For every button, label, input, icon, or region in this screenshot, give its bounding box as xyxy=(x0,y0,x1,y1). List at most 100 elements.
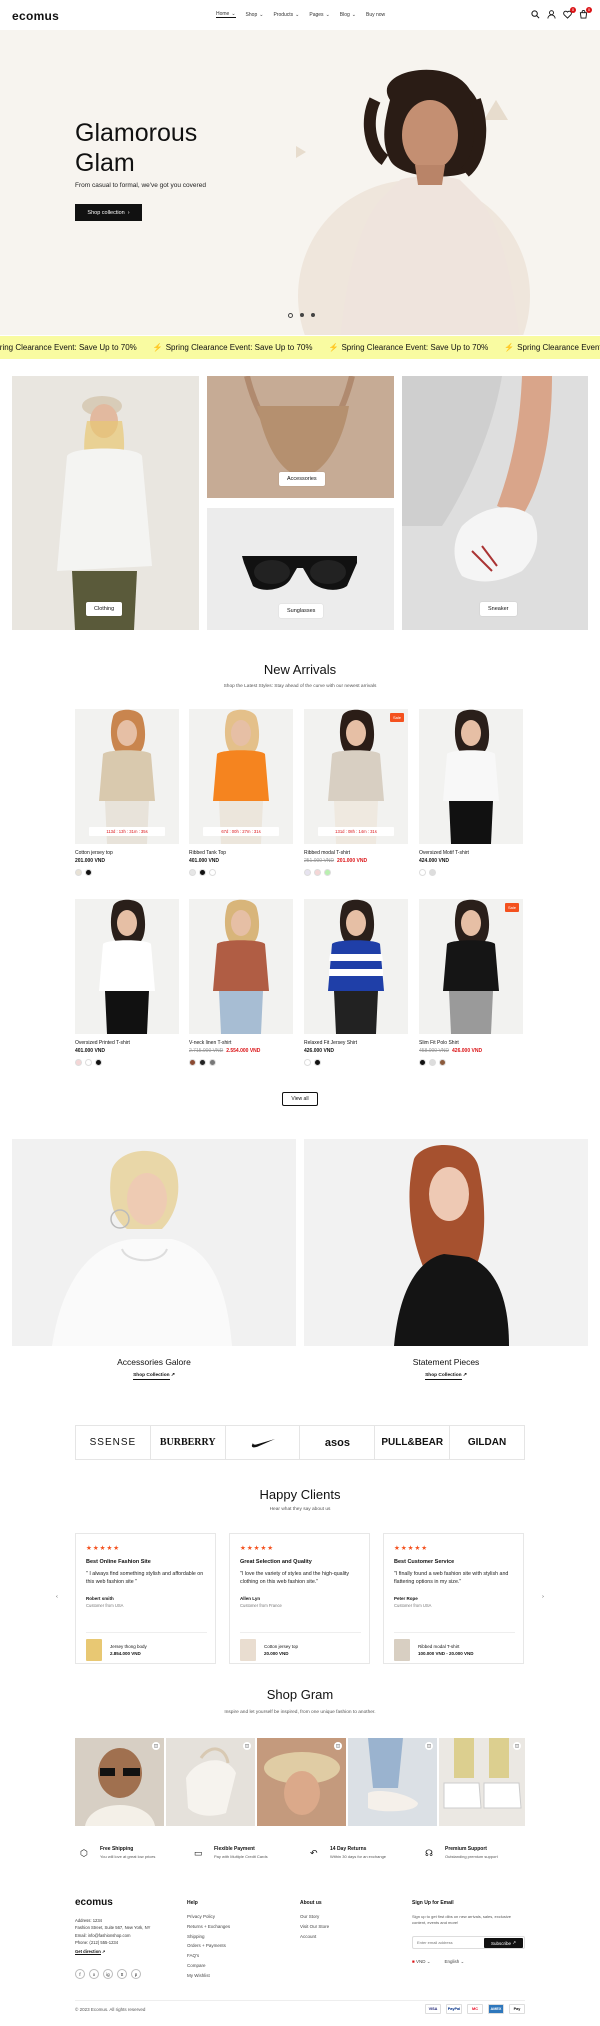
nav-shop[interactable]: Shop ⌄ xyxy=(246,11,264,18)
tiktok-icon[interactable]: tt xyxy=(117,1969,127,1979)
color-swatch[interactable] xyxy=(324,869,331,876)
logo[interactable]: ecomus xyxy=(12,9,59,23)
product-card[interactable]: 113d : 13h : 31m : 35s Cotton jersey top 2… xyxy=(75,709,179,876)
gram-image[interactable]: ◫ xyxy=(166,1738,255,1826)
product-card[interactable]: Oversized Motif T-shirt 424.000 VND xyxy=(419,709,523,876)
category-label[interactable]: Clothing xyxy=(86,602,123,616)
product-card[interactable]: 67d : 00h : 27m : 31s Ribbed Tank Top 401.… xyxy=(189,709,293,876)
product-card[interactable]: V-neck linen T-shirt 2.715.000 VND 2.554.0… xyxy=(189,899,293,1066)
color-swatch[interactable] xyxy=(419,869,426,876)
product-name[interactable]: Cotton jersey top xyxy=(75,850,179,856)
product-name[interactable]: Ribbed Tank Top xyxy=(189,850,293,856)
reviewed-product[interactable]: Jersey thong body 2.854.000 VND xyxy=(86,1632,207,1661)
nav-home[interactable]: Home ⌄ xyxy=(216,11,236,18)
reviewed-product[interactable]: Cotton jersey top 20.000 VND xyxy=(240,1632,361,1661)
color-swatch[interactable] xyxy=(95,1059,102,1066)
color-swatch[interactable] xyxy=(199,869,206,876)
bag-icon[interactable]: ◫ xyxy=(425,1742,433,1750)
shop-collection-button[interactable]: Shop collection › xyxy=(75,204,142,221)
x-icon[interactable]: x xyxy=(89,1969,99,1979)
category-label[interactable]: Accessories xyxy=(279,472,325,486)
footer-link[interactable]: Privacy Policy xyxy=(187,1914,230,1919)
footer-link[interactable]: Returns + Exchanges xyxy=(187,1924,230,1929)
gram-image[interactable]: ◫ xyxy=(439,1738,525,1826)
brand-logo-burberry[interactable]: BURBERRY xyxy=(151,1426,226,1459)
product-name[interactable]: Oversized Motif T-shirt xyxy=(419,850,523,856)
product-card[interactable]: Sale 131d : 08h : 14m : 31s Ribbed modal T… xyxy=(304,709,408,876)
nav-blog[interactable]: Blog ⌄ xyxy=(340,11,356,18)
search-icon[interactable] xyxy=(531,10,540,19)
category-clothing[interactable]: Clothing xyxy=(12,376,199,630)
color-swatch[interactable] xyxy=(189,1059,196,1066)
prev-arrow-icon[interactable]: ‹ xyxy=(52,1592,62,1602)
heart-icon[interactable]: 0 xyxy=(563,7,576,19)
category-sneaker[interactable]: Sneaker xyxy=(402,376,588,630)
color-swatch[interactable] xyxy=(304,1059,311,1066)
gram-image[interactable]: ◫ xyxy=(257,1738,346,1826)
nav-buy-now[interactable]: Buy now xyxy=(366,11,385,18)
user-icon[interactable] xyxy=(547,10,556,19)
color-swatch[interactable] xyxy=(419,1059,426,1066)
footer-link[interactable]: Our Story xyxy=(300,1914,329,1919)
product-name[interactable]: Relaxed Fit Jersey Shirt xyxy=(304,1040,408,1046)
pinterest-icon[interactable]: p xyxy=(131,1969,141,1979)
shop-collection-link[interactable]: Shop Collection ↗ xyxy=(12,1373,296,1380)
color-swatch[interactable] xyxy=(85,1059,92,1066)
gram-image[interactable]: ◫ xyxy=(75,1738,164,1826)
product-card[interactable]: Sale Slim Fit Polo Shirt 458.000 VND 426.00… xyxy=(419,899,523,1066)
category-label[interactable]: Sneaker xyxy=(480,602,517,616)
color-swatch[interactable] xyxy=(429,1059,436,1066)
color-swatch[interactable] xyxy=(85,869,92,876)
brand-logo-nike[interactable] xyxy=(226,1426,301,1459)
email-input[interactable] xyxy=(413,1940,483,1945)
subscribe-button[interactable]: Subscribe ↗ xyxy=(484,1938,523,1948)
color-swatch[interactable] xyxy=(439,1059,446,1066)
gram-image[interactable]: ◫ xyxy=(348,1738,437,1826)
facebook-icon[interactable]: f xyxy=(75,1969,85,1979)
view-all-button[interactable]: View all xyxy=(282,1092,318,1106)
brand-logo-ssense[interactable]: SSENSE xyxy=(76,1426,151,1459)
product-thumbnail[interactable] xyxy=(86,1639,102,1661)
bag-icon[interactable]: ◫ xyxy=(243,1742,251,1750)
reviewed-product[interactable]: Ribbed modal T-shirt 100.000 VND - 20.000… xyxy=(394,1632,515,1661)
product-thumbnail[interactable] xyxy=(240,1639,256,1661)
footer-link[interactable]: Compare xyxy=(187,1963,230,1968)
product-image[interactable]: Sale 131d : 08h : 14m : 31s xyxy=(304,709,408,844)
color-swatch[interactable] xyxy=(199,1059,206,1066)
color-swatch[interactable] xyxy=(209,1059,216,1066)
brand-logo-asos[interactable]: asos xyxy=(300,1426,376,1459)
color-swatch[interactable] xyxy=(209,869,216,876)
brand-logo-pullbear[interactable]: PULL&BEAR xyxy=(375,1426,451,1459)
color-swatch[interactable] xyxy=(429,869,436,876)
product-name[interactable]: Slim Fit Polo Shirt xyxy=(419,1040,523,1046)
footer-link[interactable]: FAQ's xyxy=(187,1953,230,1958)
nav-pages[interactable]: Pages ⌄ xyxy=(309,11,329,18)
footer-link[interactable]: My Wishlist xyxy=(187,1973,230,1978)
product-image[interactable] xyxy=(304,899,408,1034)
color-swatch[interactable] xyxy=(75,869,82,876)
language-select[interactable]: English ⌄ xyxy=(445,1959,465,1965)
category-sunglasses[interactable]: Sunglasses xyxy=(207,508,394,630)
color-swatch[interactable] xyxy=(314,869,321,876)
footer-link[interactable]: Orders + Payments xyxy=(187,1943,230,1948)
color-swatch[interactable] xyxy=(75,1059,82,1066)
bag-icon[interactable]: ◫ xyxy=(334,1742,342,1750)
product-card[interactable]: Oversized Printed T-shirt 401.000 VND xyxy=(75,899,179,1066)
shop-collection-link[interactable]: Shop Collection ↗ xyxy=(304,1373,588,1380)
slider-dot[interactable] xyxy=(288,312,293,318)
product-name[interactable]: V-neck linen T-shirt xyxy=(189,1040,293,1046)
product-image[interactable]: Sale xyxy=(419,899,523,1034)
category-accessories[interactable]: Accessories xyxy=(207,376,394,498)
slider-dot[interactable] xyxy=(311,313,315,317)
footer-link[interactable]: Account xyxy=(300,1934,329,1939)
product-card[interactable]: Relaxed Fit Jersey Shirt 426.000 VND xyxy=(304,899,408,1066)
nav-products[interactable]: Products ⌄ xyxy=(273,11,299,18)
product-name[interactable]: Oversized Printed T-shirt xyxy=(75,1040,179,1046)
bag-icon[interactable]: ◫ xyxy=(513,1742,521,1750)
next-arrow-icon[interactable]: › xyxy=(538,1592,548,1602)
product-image[interactable]: 67d : 00h : 27m : 31s xyxy=(189,709,293,844)
collection-banner-statement[interactable] xyxy=(304,1139,588,1346)
footer-link[interactable]: Visit Our Store xyxy=(300,1924,329,1929)
footer-link[interactable]: Shipping xyxy=(187,1934,230,1939)
product-image[interactable] xyxy=(189,899,293,1034)
